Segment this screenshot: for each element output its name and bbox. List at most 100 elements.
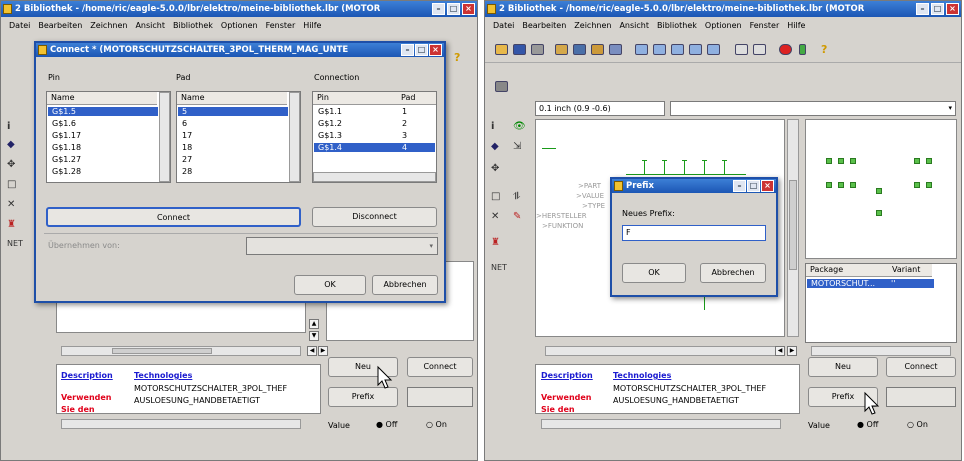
prefix-cancel-button[interactable]: Abbrechen <box>700 263 766 283</box>
zoom-out-icon[interactable] <box>671 44 684 55</box>
dialog-minimize-button[interactable]: – <box>733 180 746 192</box>
cam-icon[interactable] <box>555 44 568 55</box>
script-icon[interactable] <box>591 44 604 55</box>
package-hscrollbar[interactable] <box>811 346 951 356</box>
tech-item[interactable]: AUSLOESUNG_HANDBETAETIGT <box>613 396 739 405</box>
dialog-close-button[interactable]: × <box>761 180 774 192</box>
connection-list[interactable]: Pin Pad G$1.1 1 G$1.2 2 G$1.3 3 G$1.4 4 <box>312 91 437 183</box>
pin-list-header[interactable]: Name <box>47 92 157 105</box>
connect-dialog-titlebar[interactable]: Connect * (MOTORSCHUTZSCHALTER_3POL_THER… <box>36 43 444 57</box>
menu-ansicht[interactable]: Ansicht <box>135 21 165 30</box>
show-icon[interactable]: 👁 <box>513 121 526 132</box>
delete-icon[interactable]: ✕ <box>491 211 499 222</box>
connection-header-pin[interactable]: Pin <box>313 92 397 105</box>
prefix-input[interactable]: F <box>622 225 766 241</box>
move-icon[interactable]: ✥ <box>491 163 499 174</box>
prefix-ok-button[interactable]: OK <box>622 263 686 283</box>
tech-item[interactable]: AUSLOESUNG_HANDBETAETIGT <box>134 396 260 405</box>
pad-list-header[interactable]: Name <box>177 92 287 105</box>
menu-optionen[interactable]: Optionen <box>221 21 258 30</box>
list-item[interactable]: 5 <box>178 107 288 116</box>
technologies-link[interactable]: Technologies <box>613 371 671 380</box>
table-row[interactable]: G$1.3 3 <box>314 131 435 140</box>
menu-bearbeiten[interactable]: Bearbeiten <box>38 21 82 30</box>
scroll-left-arrow[interactable]: ◀ <box>307 346 317 356</box>
mark-icon[interactable]: ⇲ <box>513 141 521 152</box>
menu-optionen[interactable]: Optionen <box>705 21 742 30</box>
col-package[interactable]: Package <box>806 264 888 277</box>
copy-icon[interactable]: □ <box>491 191 500 202</box>
redo-icon[interactable] <box>753 44 766 55</box>
add-icon[interactable]: ♜ <box>7 219 16 230</box>
pad-list-scrollbar[interactable] <box>289 92 300 182</box>
connection-header-pad[interactable]: Pad <box>397 92 436 105</box>
table-row[interactable]: G$1.2 2 <box>314 119 435 128</box>
stop-icon[interactable] <box>779 44 792 55</box>
menu-datei[interactable]: Datei <box>9 21 30 30</box>
list-item[interactable]: 18 <box>178 143 288 152</box>
col-variant[interactable]: Variant <box>888 264 932 277</box>
dialog-close-button[interactable]: × <box>429 44 442 56</box>
menu-bearbeiten[interactable]: Bearbeiten <box>522 21 566 30</box>
ulp-icon[interactable] <box>609 44 622 55</box>
dialog-maximize-button[interactable]: □ <box>747 180 760 192</box>
menu-ansicht[interactable]: Ansicht <box>619 21 649 30</box>
dialog-disconnect-button[interactable]: Disconnect <box>312 207 437 227</box>
left-titlebar[interactable]: 2 Bibliothek - /home/ric/eagle-5.0.0/lbr… <box>1 1 477 17</box>
move-icon[interactable]: ✥ <box>7 159 15 170</box>
layer-icon[interactable]: ◆ <box>491 141 499 152</box>
pin-list-scrollbar[interactable] <box>159 92 170 182</box>
technologies-link[interactable]: Technologies <box>134 371 192 380</box>
list-item[interactable]: 28 <box>178 167 288 176</box>
menu-datei[interactable]: Datei <box>493 21 514 30</box>
table-row[interactable]: G$1.1 1 <box>314 107 435 116</box>
pad-list[interactable]: Name 5 6 17 18 27 28 <box>176 91 301 183</box>
info-icon[interactable]: i <box>491 121 494 132</box>
scroll-right-arrow[interactable]: ▶ <box>318 346 328 356</box>
layer-icon[interactable]: ◆ <box>7 139 15 150</box>
maximize-button[interactable]: □ <box>931 3 944 15</box>
connect-button[interactable]: Connect <box>407 357 473 377</box>
tech-hscrollbar[interactable] <box>541 419 781 429</box>
name-icon[interactable]: NET <box>491 263 507 272</box>
tech-item[interactable]: MOTORSCHUTZSCHALTER_3POL_THEF <box>134 384 306 393</box>
minimize-button[interactable]: – <box>432 3 445 15</box>
zoom-fit-icon[interactable] <box>635 44 648 55</box>
redraw-icon[interactable] <box>707 44 720 55</box>
dialog-maximize-button[interactable]: □ <box>415 44 428 56</box>
menu-bibliothek[interactable]: Bibliothek <box>657 21 697 30</box>
description-link[interactable]: Description <box>541 371 593 380</box>
dialog-cancel-button[interactable]: Abbrechen <box>372 275 438 295</box>
info-icon[interactable]: i <box>7 121 10 132</box>
list-item[interactable]: G$1.5 <box>48 107 158 116</box>
minimize-button[interactable]: – <box>916 3 929 15</box>
right-titlebar[interactable]: 2 Bibliothek - /home/ric/eagle-5.0.0/lbr… <box>485 1 961 17</box>
list-item[interactable]: G$1.28 <box>48 167 158 176</box>
dialog-minimize-button[interactable]: – <box>401 44 414 56</box>
maximize-button[interactable]: □ <box>447 3 460 15</box>
menu-zeichnen[interactable]: Zeichnen <box>574 21 611 30</box>
copy-from-select[interactable]: ▾ <box>246 237 438 255</box>
schematic-vscrollbar[interactable] <box>787 119 799 337</box>
pin-list[interactable]: Name G$1.5 G$1.6 G$1.17 G$1.18 G$1.27 G$… <box>46 91 171 183</box>
connection-hscrollbar[interactable] <box>313 172 436 182</box>
add-icon[interactable]: ♜ <box>491 237 500 248</box>
board-icon[interactable] <box>573 44 586 55</box>
scroll-up-arrow[interactable]: ▲ <box>309 319 319 329</box>
value-off-radio[interactable]: ● Off <box>376 420 397 429</box>
scroll-down-arrow[interactable]: ▼ <box>309 331 319 341</box>
menu-bibliothek[interactable]: Bibliothek <box>173 21 213 30</box>
layer-toggle-icon[interactable] <box>495 81 508 92</box>
open-icon[interactable] <box>495 44 508 55</box>
go-icon[interactable] <box>799 44 806 55</box>
zoom-in-icon[interactable] <box>653 44 666 55</box>
list-item[interactable]: G$1.18 <box>48 143 158 152</box>
tech-hscrollbar[interactable] <box>61 419 301 429</box>
wire-icon[interactable]: ✎ <box>513 211 521 222</box>
menu-zeichnen[interactable]: Zeichnen <box>90 21 127 30</box>
table-row[interactable]: G$1.4 4 <box>314 143 435 152</box>
list-item[interactable]: G$1.17 <box>48 131 158 140</box>
toolbar-question-icon[interactable]: ? <box>454 51 460 64</box>
menu-hilfe[interactable]: Hilfe <box>303 21 321 30</box>
tech-item[interactable]: MOTORSCHUTZSCHALTER_3POL_THEF <box>613 384 785 393</box>
